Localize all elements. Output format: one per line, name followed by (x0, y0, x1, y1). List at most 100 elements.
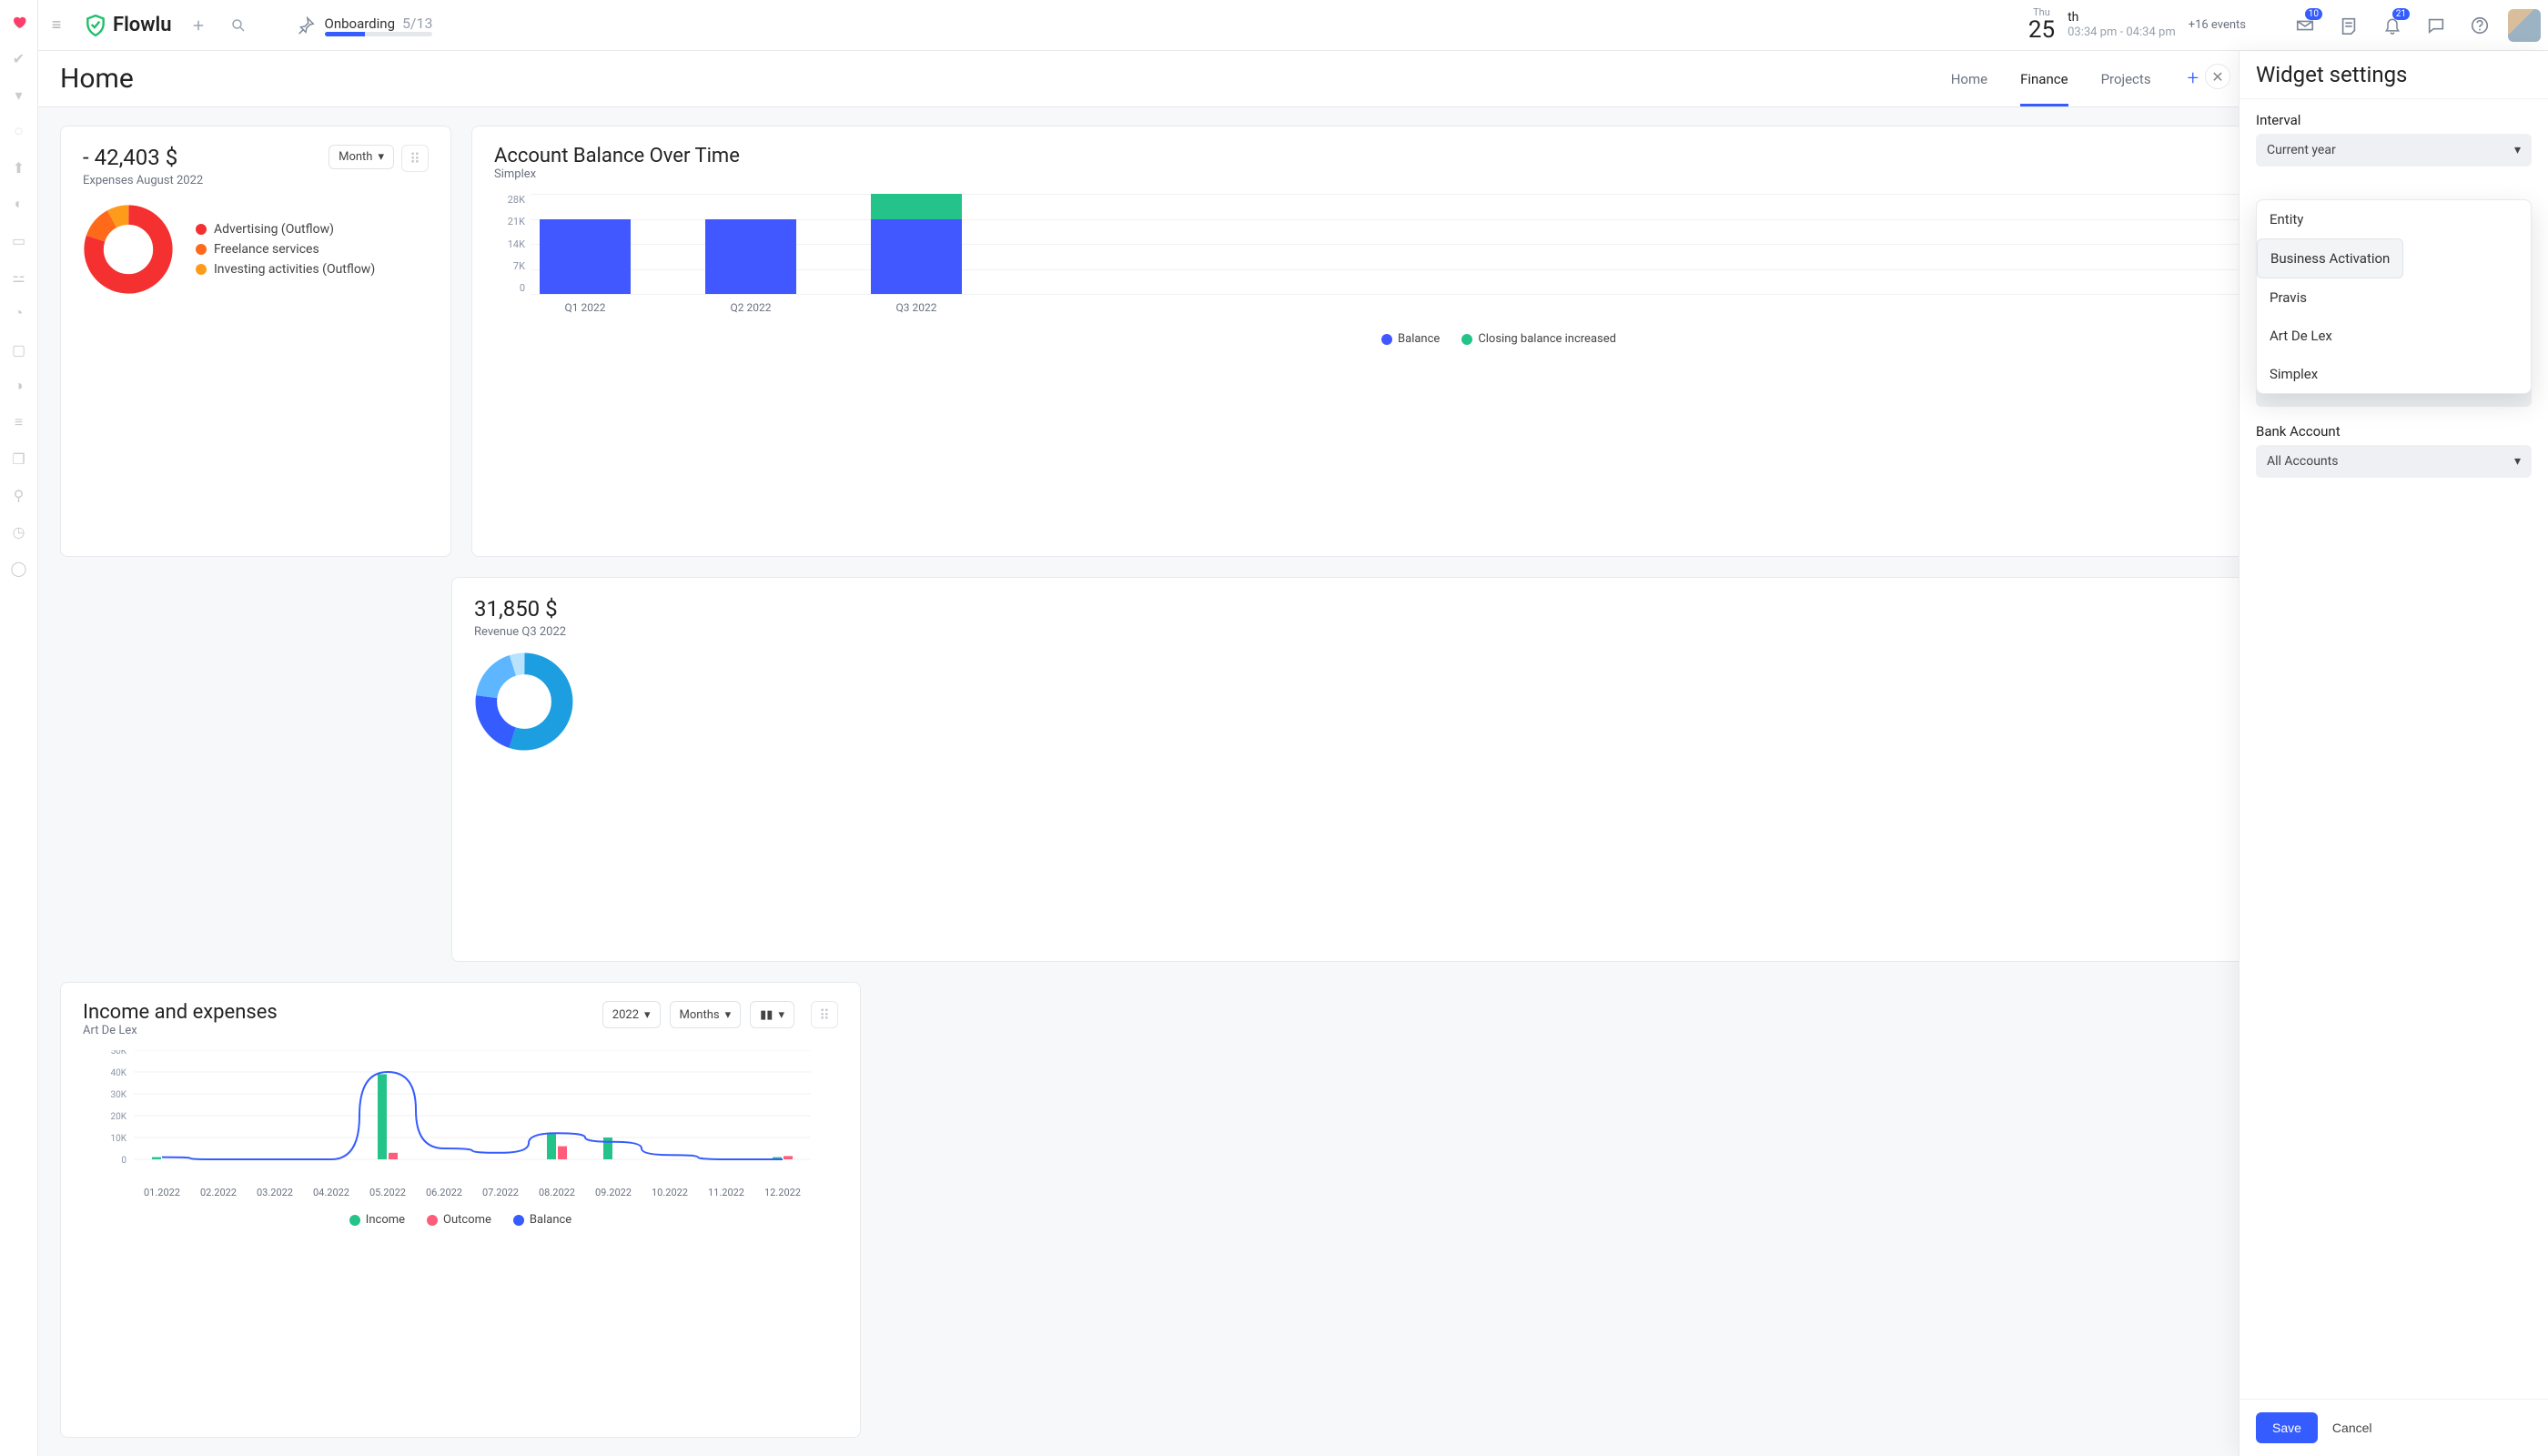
next-event[interactable]: th 03:34 pm - 04:34 pm (2068, 10, 2176, 39)
left-rail: ✔ ▾ ◌ ⬆ ◐ ▭ ⚍ ◔ ▢ ◑ ≡ ❐ ⚲ ◷ ◯ (0, 0, 38, 1456)
onboarding-label: Onboarding (325, 15, 396, 32)
event-time: 03:34 pm - 04:34 pm (2068, 25, 2176, 40)
chevron-down-icon: ▾ (2514, 143, 2521, 157)
date-box[interactable]: Thu 25 (2028, 7, 2055, 43)
inbox-icon[interactable]: 10 (2290, 10, 2320, 41)
rail-heart-icon[interactable] (10, 13, 28, 31)
save-button[interactable]: Save (2256, 1412, 2318, 1443)
chevron-down-icon: ▾ (378, 150, 384, 164)
balance-card: Account Balance Over Time Simplex 2022 2… (471, 126, 2526, 557)
rail-list-icon[interactable]: ≡ (10, 413, 28, 431)
bank-select[interactable]: All Accounts▾ (2256, 445, 2532, 478)
rail-upload-icon[interactable]: ⬆ (10, 158, 28, 177)
comment-icon[interactable] (2421, 10, 2452, 41)
revenue-value: 31,850 $ (474, 596, 2503, 622)
income-chart-type-select[interactable]: ▮▮ ▾ (750, 1001, 794, 1028)
onboarding-progress-text: 5/13 (402, 15, 433, 32)
balance-legend: BalanceClosing balance increased (494, 332, 2503, 346)
rail-copy-icon[interactable]: ❐ (10, 450, 28, 468)
chevron-down-icon: ▾ (778, 1008, 784, 1022)
tab-projects[interactable]: Projects (2101, 53, 2151, 106)
pin-icon (296, 15, 316, 35)
income-title: Income and expenses (83, 1001, 602, 1024)
expenses-subtitle: Expenses August 2022 (83, 174, 329, 187)
legend-item: Freelance services (196, 242, 375, 257)
bell-badge: 21 (2392, 8, 2410, 20)
revenue-card: 31,850 $ Revenue Q3 2022 (451, 577, 2526, 963)
inbox-badge: 10 (2305, 8, 2322, 20)
tab-add-button[interactable]: + (2184, 67, 2202, 90)
income-legend: IncomeOutcomeBalance (83, 1213, 838, 1227)
panel-title: Widget settings (2256, 62, 2407, 87)
svg-text:10K: 10K (110, 1134, 126, 1144)
drag-handle-icon[interactable]: ⠿ (811, 1001, 838, 1028)
topbar: ≡ Flowlu Onboarding 5/13 Thu 25 t (38, 0, 2548, 51)
tab-home[interactable]: Home (1951, 53, 1987, 106)
entity-option[interactable]: Pravis (2257, 278, 2531, 317)
expenses-value: - 42,403 $ (83, 145, 329, 170)
menu-icon[interactable]: ≡ (42, 15, 71, 35)
svg-text:50K: 50K (110, 1050, 126, 1057)
avatar[interactable] (2508, 9, 2541, 42)
rail-box-icon[interactable]: ▢ (10, 340, 28, 359)
date-day: 25 (2028, 18, 2055, 43)
help-icon[interactable] (2464, 10, 2495, 41)
chevron-down-icon: ▾ (644, 1008, 651, 1022)
drag-handle-icon[interactable]: ⠿ (401, 145, 429, 172)
chevron-down-icon: ▾ (725, 1008, 732, 1022)
entity-option[interactable]: Entity (2257, 200, 2531, 238)
entity-dropdown: EntityBusiness ActivationPravisArt De Le… (2256, 199, 2532, 394)
legend-item: Advertising (Outflow) (196, 222, 375, 237)
income-period-select[interactable]: Months ▾ (670, 1001, 742, 1028)
rail-people-icon[interactable]: ⚍ (10, 268, 28, 286)
svg-text:30K: 30K (110, 1090, 126, 1100)
brand-logo[interactable]: Flowlu (84, 14, 172, 37)
balance-title: Account Balance Over Time (494, 145, 2457, 167)
logo-shield-icon (84, 14, 107, 37)
entity-option[interactable]: Business Activation (2257, 238, 2403, 278)
svg-text:0: 0 (121, 1156, 126, 1166)
page-title: Home (60, 63, 1918, 95)
tab-finance[interactable]: Finance (2020, 53, 2068, 106)
more-events-link[interactable]: +16 events (2189, 18, 2246, 32)
onboarding-progress-bar (325, 32, 432, 36)
search-icon[interactable] (225, 12, 252, 39)
onboarding-widget[interactable]: Onboarding 5/13 (296, 15, 433, 36)
rail-funnel-icon[interactable]: ▾ (10, 86, 28, 104)
rail-user-icon[interactable]: ◔ (10, 304, 28, 322)
add-icon[interactable] (185, 12, 212, 39)
income-subtitle: Art De Lex (83, 1024, 602, 1037)
income-expenses-card: Income and expenses Art De Lex 2022 ▾ Mo… (60, 982, 861, 1438)
revenue-subtitle: Revenue Q3 2022 (474, 625, 2503, 639)
note-icon[interactable] (2333, 10, 2364, 41)
event-title: th (2068, 10, 2176, 25)
expenses-card: - 42,403 $ Expenses August 2022 Month▾ ⠿… (60, 126, 451, 557)
income-year-select[interactable]: 2022 ▾ (602, 1001, 661, 1028)
entity-option[interactable]: Art De Lex (2257, 317, 2531, 355)
bell-icon[interactable]: 21 (2377, 10, 2408, 41)
cancel-button[interactable]: Cancel (2332, 1421, 2372, 1435)
entity-option[interactable]: Simplex (2257, 355, 2531, 393)
expenses-legend: Advertising (Outflow) Freelance services I… (196, 222, 375, 277)
income-expenses-chart: 50K40K30K20K10K0 (83, 1050, 811, 1187)
rail-pin-icon[interactable]: ⚲ (10, 486, 28, 504)
chevron-down-icon: ▾ (2514, 454, 2521, 469)
rail-gauge-icon[interactable]: ◷ (10, 522, 28, 541)
tabs-row: Home Home Finance Projects + (38, 51, 2548, 107)
rail-doc-icon[interactable]: ▭ (10, 231, 28, 249)
rail-tag-icon[interactable]: ◑ (10, 377, 28, 395)
dashboard-content: - 42,403 $ Expenses August 2022 Month▾ ⠿… (38, 107, 2548, 1456)
balance-subtitle: Simplex (494, 167, 2457, 181)
svg-text:40K: 40K (110, 1068, 126, 1078)
bank-label: Bank Account (2256, 423, 2532, 440)
interval-select[interactable]: Current year▾ (2256, 134, 2532, 167)
rail-check-icon[interactable]: ✔ (10, 49, 28, 67)
close-panel-button[interactable]: ✕ (2205, 64, 2230, 89)
rail-chat-icon[interactable]: ◌ (10, 122, 28, 140)
expenses-period-select[interactable]: Month▾ (329, 145, 394, 169)
expenses-donut-chart (83, 204, 174, 295)
legend-item: Investing activities (Outflow) (196, 262, 375, 277)
interval-label: Interval (2256, 112, 2532, 128)
rail-circle-icon[interactable]: ◐ (10, 195, 28, 213)
rail-ring-icon[interactable]: ◯ (10, 559, 28, 577)
